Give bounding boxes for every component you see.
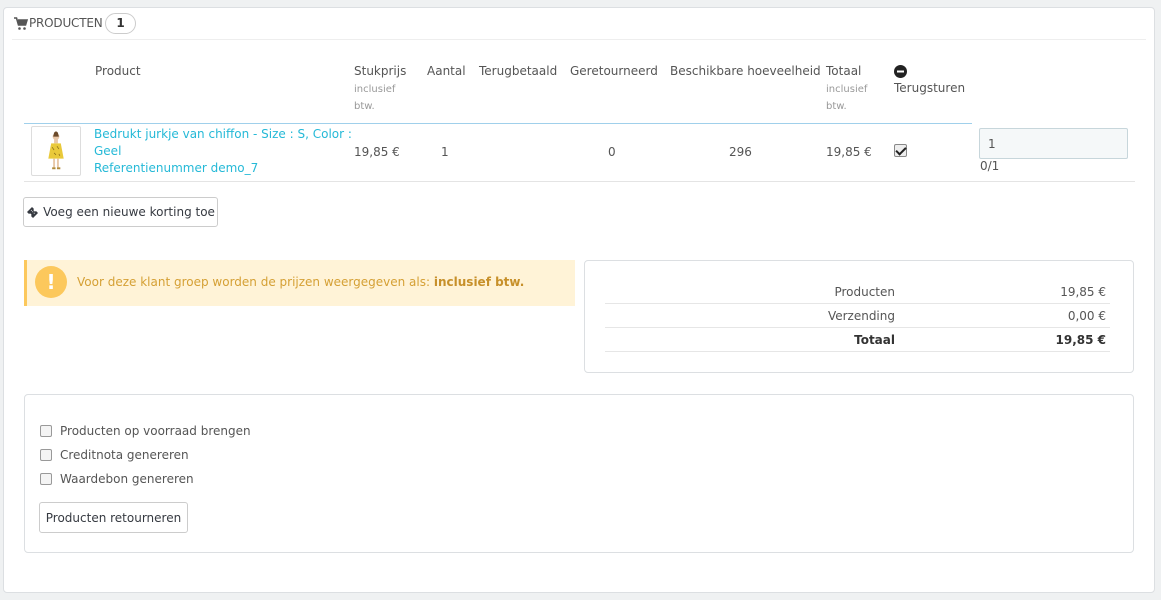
th-total-sub1: inclusief <box>826 84 868 95</box>
ticket-icon <box>27 206 39 218</box>
option-voucher[interactable]: Waardebon genereren <box>40 471 194 487</box>
table-row-divider <box>24 181 1135 182</box>
summary-label: Totaal <box>854 333 895 347</box>
alert-text: Voor deze klant groep worden de prijzen … <box>77 275 431 289</box>
option-label: Producten op voorraad brengen <box>60 424 251 438</box>
add-discount-button[interactable]: Voeg een nieuwe korting toe <box>23 197 218 227</box>
panel-heading: Producten 1 <box>12 8 1146 40</box>
minus-circle-icon <box>894 65 907 78</box>
warning-icon: ! <box>35 266 67 298</box>
option-label: Waardebon genereren <box>60 472 194 486</box>
return-quantity-input[interactable] <box>979 128 1128 159</box>
return-products-label: Producten retourneren <box>45 510 182 525</box>
price-display-alert: ! Voor deze klant groep worden de prijze… <box>24 260 575 306</box>
cell-total: 19,85 € <box>826 145 872 159</box>
product-name-link[interactable]: Bedrukt jurkje van chiffon - Size : S, C… <box>94 126 352 143</box>
th-refunded: Terugbetaald <box>479 64 558 78</box>
shopping-cart-icon <box>14 17 28 30</box>
return-product-checkbox[interactable] <box>894 144 907 157</box>
credit-note-checkbox[interactable] <box>40 449 52 461</box>
return-options-panel: Producten op voorraad brengen Creditnota… <box>24 394 1134 553</box>
th-quantity: Aantal <box>427 64 466 78</box>
summary-value: 19,85 € <box>1060 285 1106 299</box>
dress-image <box>48 131 64 170</box>
return-products-button[interactable]: Producten retourneren <box>39 502 188 533</box>
product-name-link-line2[interactable]: Geel <box>94 143 121 160</box>
summary-value: 0,00 € <box>1067 309 1106 323</box>
cell-returned: 0 <box>608 145 616 159</box>
product-thumbnail[interactable] <box>31 126 81 176</box>
summary-label: Verzending <box>827 309 895 323</box>
th-unit-price: Stukprijs <box>354 64 407 78</box>
panel-title: Producten <box>29 16 103 30</box>
order-summary: Producten 19,85 € Verzending 0,00 € Tota… <box>584 260 1134 373</box>
restock-checkbox[interactable] <box>40 425 52 437</box>
th-total-sub2: btw. <box>826 101 847 112</box>
summary-label: Producten <box>834 285 895 299</box>
th-return: Terugsturen <box>894 81 966 95</box>
th-returned: Geretourneerd <box>570 64 658 78</box>
th-product: Product <box>95 64 141 78</box>
summary-value: 19,85 € <box>1055 333 1106 347</box>
summary-row-shipping: Verzending 0,00 € <box>605 304 1110 328</box>
th-unit-price-sub2: btw. <box>354 101 375 112</box>
th-available: Beschikbare hoeveelheid <box>670 64 821 78</box>
summary-row-total: Totaal 19,85 € <box>605 328 1110 352</box>
table-header-divider <box>24 123 972 124</box>
alert-strong-text: inclusief btw. <box>433 275 525 289</box>
voucher-checkbox[interactable] <box>40 473 52 485</box>
option-label: Creditnota genereren <box>60 448 189 462</box>
cell-unit-price: 19,85 € <box>354 145 400 159</box>
return-quantity-info: 0/1 <box>980 159 1000 173</box>
add-discount-label: Voeg een nieuwe korting toe <box>43 205 215 219</box>
product-reference-link[interactable]: Referentienummer demo_7 <box>94 160 258 177</box>
product-count-badge: 1 <box>105 13 136 34</box>
cell-quantity: 1 <box>441 145 449 159</box>
summary-row-products: Producten 19,85 € <box>605 280 1110 304</box>
th-total: Totaal <box>826 64 862 78</box>
products-panel: Producten 1 Product Stukprijs inclusief … <box>3 7 1155 593</box>
option-credit-note[interactable]: Creditnota genereren <box>40 447 189 463</box>
th-unit-price-sub1: inclusief <box>354 84 396 95</box>
option-restock[interactable]: Producten op voorraad brengen <box>40 423 251 439</box>
cell-available: 296 <box>729 145 752 159</box>
